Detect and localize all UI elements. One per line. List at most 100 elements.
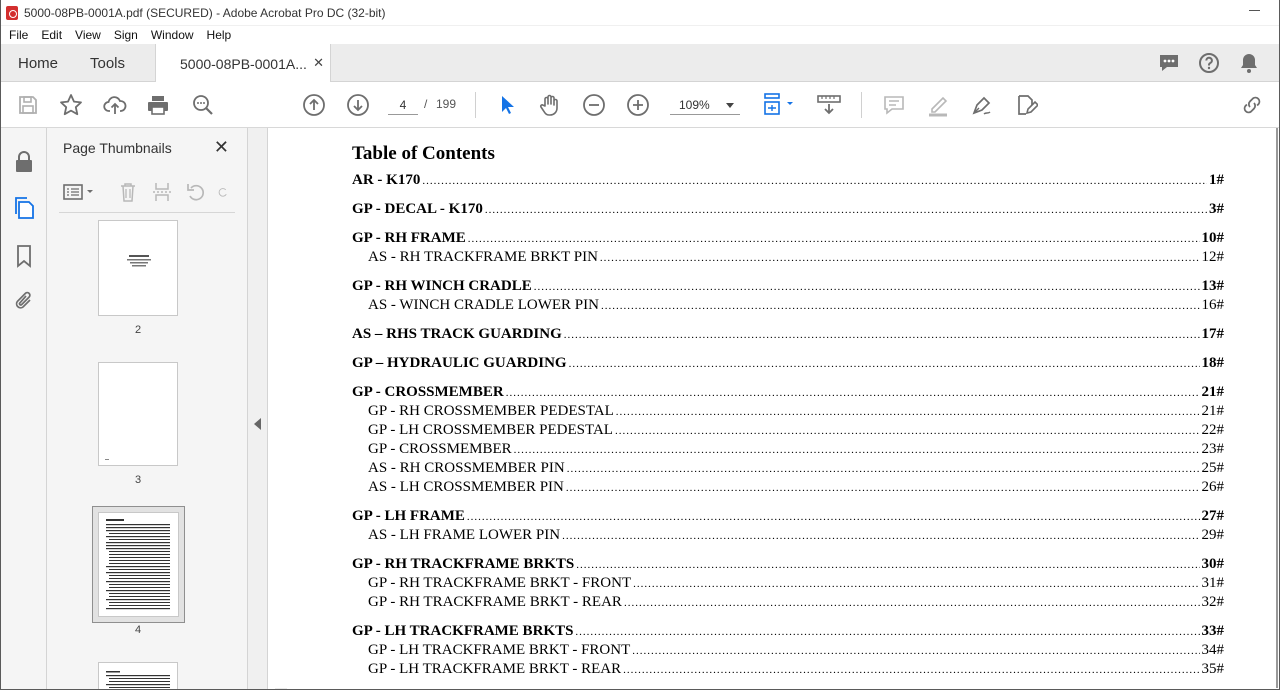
hand-tool-icon[interactable] [538, 93, 562, 117]
panel-collapse-strip[interactable] [248, 128, 268, 690]
notification-bell-icon[interactable] [1238, 52, 1260, 74]
toc-entry-page: 1# [1209, 172, 1224, 188]
toc-entry[interactable]: AS - RH CROSSMEMBER PIN 25# [352, 460, 1224, 479]
previous-page-icon[interactable] [302, 93, 326, 117]
toc-leader-dots [534, 281, 1200, 293]
toc-leader-dots [575, 626, 1199, 638]
toc-group-gap [352, 374, 1224, 384]
share-link-icon[interactable] [1240, 93, 1264, 117]
page-display-icon[interactable] [762, 93, 796, 117]
toc-entry[interactable]: GP - DECAL - K170 3# [352, 201, 1224, 220]
toc-entry[interactable]: GP - RH TRACKFRAME BRKT - FRONT 31# [352, 575, 1224, 594]
help-icon[interactable] [1198, 52, 1220, 74]
thumbnail-label: 2 [134, 324, 142, 336]
lock-icon[interactable] [12, 150, 36, 174]
bookmarks-icon[interactable] [12, 244, 36, 268]
thumbnail-options-icon[interactable] [61, 180, 97, 204]
comment-note-icon[interactable] [882, 93, 906, 117]
thumbnail-page-partial[interactable] [98, 662, 178, 690]
toc-entry-page: 32# [1201, 594, 1225, 610]
tab-document[interactable]: 5000-08PB-0001A... ✕ [155, 44, 331, 83]
delete-page-icon[interactable] [115, 180, 141, 204]
menu-file[interactable]: File [9, 28, 28, 42]
toc-entry[interactable]: AS - LH CROSSMEMBER PIN 26# [352, 479, 1224, 498]
edit-document-icon[interactable] [1014, 93, 1038, 117]
menu-sign[interactable]: Sign [114, 28, 138, 42]
minimize-icon[interactable] [1249, 10, 1260, 11]
thumbnail-label: 4 [134, 624, 142, 636]
toc-entry[interactable]: GP - LH TRACKFRAME BRKT - FRONT 34# [352, 642, 1224, 661]
toc-entry[interactable]: AR - K170 1# [352, 172, 1224, 191]
toc-leader-dots [506, 387, 1200, 399]
zoom-level-dropdown[interactable]: 109% [670, 95, 740, 115]
rotate-left-icon[interactable] [183, 180, 209, 204]
toc-leader-dots [601, 300, 1200, 312]
print-icon[interactable] [146, 93, 170, 117]
toc-entry-page: 21# [1201, 384, 1225, 400]
close-tab-icon[interactable]: ✕ [313, 55, 324, 71]
comment-icon[interactable] [1158, 52, 1180, 74]
tab-tools[interactable]: Tools [90, 44, 125, 82]
toc-leader-dots [514, 444, 1200, 456]
search-icon[interactable] [191, 93, 215, 117]
toc-entry[interactable]: GP - RH TRACKFRAME BRKT - REAR 32# [352, 594, 1224, 613]
attachments-icon[interactable] [12, 289, 36, 313]
toc-entry[interactable]: GP - LH CROSSMEMBER PEDESTAL 22# [352, 422, 1224, 441]
toc-entry-label: GP - RH FRAME [352, 230, 466, 246]
select-cursor-icon[interactable] [494, 93, 518, 117]
page-thumbnails-icon[interactable] [12, 196, 36, 220]
toc-entry[interactable]: GP - LH TRACKFRAME BRKTS 33# [352, 623, 1224, 642]
toc-entry-label: GP - RH TRACKFRAME BRKT - REAR [368, 594, 622, 610]
menu-window[interactable]: Window [151, 28, 194, 42]
toc-entry[interactable]: GP - RH TRACKFRAME BRKTS 30# [352, 556, 1224, 575]
toc-entry[interactable]: AS - WINCH CRADLE LOWER PIN 16# [352, 297, 1224, 316]
menu-help[interactable]: Help [207, 28, 232, 42]
toc-entry[interactable]: GP - LH FRAME 27# [352, 508, 1224, 527]
toc-entry[interactable]: GP - CROSSMEMBER 23# [352, 441, 1224, 460]
close-icon[interactable]: ✕ [214, 138, 229, 156]
toc-entry-page: 35# [1201, 661, 1225, 677]
menu-view[interactable]: View [75, 28, 101, 42]
collapse-arrow-icon[interactable] [254, 418, 261, 430]
toc-leader-dots [576, 559, 1199, 571]
toc-entry[interactable]: AS - LH FRAME LOWER PIN 29# [352, 527, 1224, 546]
toc-entry[interactable]: GP – HYDRAULIC GUARDING 18# [352, 355, 1224, 374]
toc-group-gap [352, 345, 1224, 355]
toc-entry-label: GP - LH TRACKFRAME BRKTS [352, 623, 574, 639]
next-page-icon[interactable] [346, 93, 370, 117]
toc-entry[interactable]: GP - RH WINCH CRADLE 13# [352, 278, 1224, 297]
save-icon[interactable] [16, 93, 40, 117]
toc-entry[interactable]: GP - RH FRAME 10# [352, 230, 1224, 249]
toc-entry-page: 22# [1201, 422, 1225, 438]
upload-cloud-icon[interactable] [103, 93, 127, 117]
thumbnail-page-4[interactable] [98, 512, 179, 617]
bookmark-star-icon[interactable] [59, 93, 83, 117]
thumbnail-label: 3 [134, 474, 142, 486]
scroll-mode-icon[interactable] [816, 93, 842, 117]
page-number-input[interactable]: 4 [388, 95, 418, 115]
page-thumbnails-panel: Page Thumbnails ✕ 2 3 4 [47, 128, 287, 690]
highlighter-icon[interactable] [926, 93, 950, 117]
draw-pen-icon[interactable] [970, 93, 994, 117]
zoom-out-icon[interactable] [582, 93, 606, 117]
menu-edit[interactable]: Edit [41, 28, 62, 42]
toc-entry[interactable]: AS - RH TRACKFRAME BRKT PIN 12# [352, 249, 1224, 268]
toc-entry[interactable]: AS – RHS TRACK GUARDING 17# [352, 326, 1224, 345]
toc-entry-label: GP - CROSSMEMBER [368, 441, 512, 457]
thumbnail-page-2[interactable] [98, 220, 178, 316]
toc-entry[interactable]: GP - RH CROSSMEMBER PEDESTAL 21# [352, 403, 1224, 422]
document-view[interactable]: Table of Contents AR - K170 1# GP - DECAL … [268, 128, 1278, 688]
rotate-right-icon[interactable] [217, 180, 229, 204]
toc-entry[interactable]: GP - LH TRACKFRAME BRKT - REAR 35# [352, 661, 1224, 680]
acrobat-logo-icon [6, 5, 18, 20]
total-pages: 199 [436, 97, 457, 111]
toc-entry-label: AS - WINCH CRADLE LOWER PIN [368, 297, 599, 313]
extract-page-icon[interactable] [149, 180, 175, 204]
toc-entry[interactable]: GP - CROSSMEMBER 21# [352, 384, 1224, 403]
tab-home[interactable]: Home [18, 44, 58, 82]
panel-title: Page Thumbnails [63, 140, 172, 156]
toc-entry-label: AS - RH TRACKFRAME BRKT PIN [368, 249, 598, 265]
thumbnail-page-3[interactable] [98, 362, 178, 466]
zoom-in-icon[interactable] [626, 93, 650, 117]
toc-leader-dots [467, 511, 1200, 523]
